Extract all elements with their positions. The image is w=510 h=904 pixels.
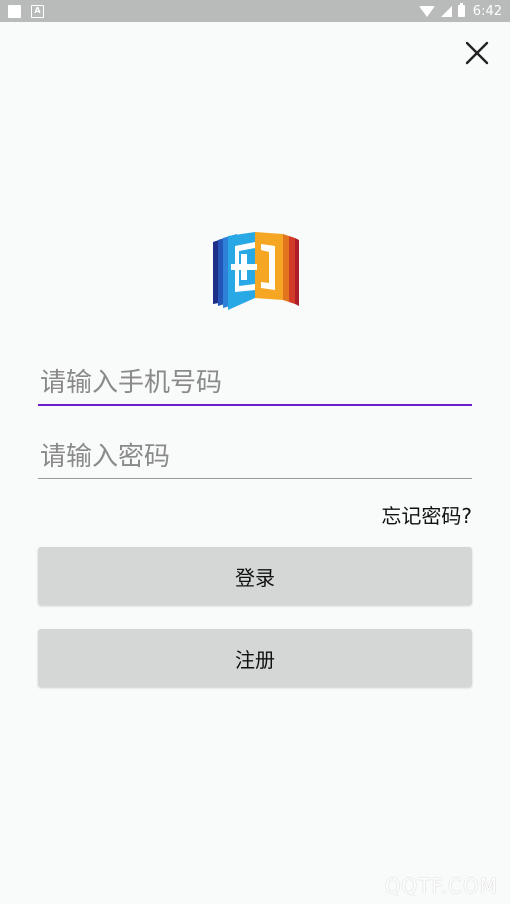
close-icon bbox=[465, 41, 489, 65]
phone-underline bbox=[38, 404, 472, 406]
battery-icon bbox=[457, 3, 465, 17]
wifi-icon bbox=[418, 5, 435, 17]
close-button[interactable] bbox=[464, 40, 490, 66]
status-bar: A 6:42 bbox=[0, 0, 510, 22]
password-input[interactable] bbox=[38, 436, 472, 478]
watermark: QQTF.COM bbox=[384, 874, 498, 898]
password-underline bbox=[38, 478, 472, 479]
app-logo bbox=[211, 232, 301, 310]
status-left: A bbox=[8, 4, 44, 18]
register-button[interactable]: 注册 bbox=[38, 629, 472, 687]
notification-a-icon: A bbox=[31, 4, 44, 18]
phone-field bbox=[38, 362, 472, 406]
forgot-password-link[interactable]: 忘记密码? bbox=[381, 500, 472, 529]
status-time: 6:42 bbox=[472, 3, 502, 19]
notification-square-icon bbox=[8, 4, 21, 18]
login-button[interactable]: 登录 bbox=[38, 547, 472, 605]
password-field bbox=[38, 436, 472, 479]
phone-input[interactable] bbox=[38, 362, 472, 404]
signal-icon bbox=[440, 5, 452, 17]
book-plus-logo-icon bbox=[213, 232, 299, 310]
status-right: 6:42 bbox=[418, 3, 502, 19]
